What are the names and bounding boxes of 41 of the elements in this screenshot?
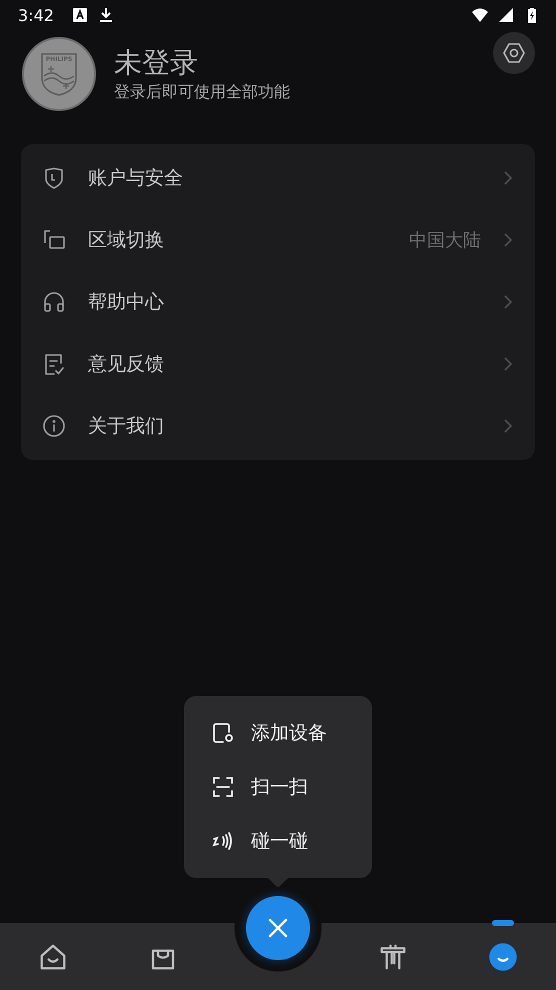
tab-indicator: [492, 920, 514, 926]
chevron-icon: [503, 170, 513, 186]
chevron-icon: [503, 418, 513, 434]
close-button[interactable]: [246, 896, 310, 960]
status-time: 3:42: [18, 6, 54, 24]
menu-label: 账户与安全: [88, 166, 184, 191]
menu-item[interactable]: 账户与安全: [21, 147, 535, 209]
nfc-icon: [211, 829, 235, 853]
menu-value: 中国大陆: [409, 229, 481, 252]
menu-label: 帮助中心: [88, 290, 165, 315]
chevron-icon: [503, 356, 513, 372]
shield-icon: [42, 166, 66, 190]
download-icon: [98, 7, 114, 23]
menu-label: 关于我们: [88, 414, 165, 439]
login-status: 未登录: [114, 46, 199, 80]
menu-item[interactable]: 区域切换 中国大陆: [21, 209, 535, 271]
signal-icon: [498, 7, 514, 23]
chevron-icon: [503, 294, 513, 310]
chevron-icon: [503, 232, 513, 248]
smiley-icon: [488, 942, 518, 972]
add-menu-item[interactable]: 碰一碰: [184, 814, 372, 868]
scan-icon: [211, 775, 235, 799]
settings-icon: [502, 41, 526, 65]
settings-button[interactable]: [493, 32, 535, 74]
font-icon: [72, 7, 88, 23]
add-menu-item[interactable]: 扫一扫: [184, 760, 372, 814]
menu-item[interactable]: 关于我们: [21, 395, 535, 457]
add-menu-item[interactable]: 添加设备: [184, 706, 372, 760]
menu-item[interactable]: 意见反馈: [21, 333, 535, 395]
menu-label: 意见反馈: [88, 352, 165, 377]
menu-item[interactable]: 帮助中心: [21, 271, 535, 333]
document-check-icon: [42, 352, 66, 376]
device-add-icon: [211, 721, 235, 745]
login-hint: 登录后即可使用全部功能: [114, 82, 291, 102]
menu-label: 区域切换: [88, 228, 165, 253]
headphones-icon: [42, 290, 66, 314]
windows-icon: [42, 228, 66, 252]
home-icon: [38, 942, 68, 972]
info-icon: [42, 414, 66, 438]
wifi-icon: [472, 7, 488, 23]
close-icon: [267, 917, 289, 939]
